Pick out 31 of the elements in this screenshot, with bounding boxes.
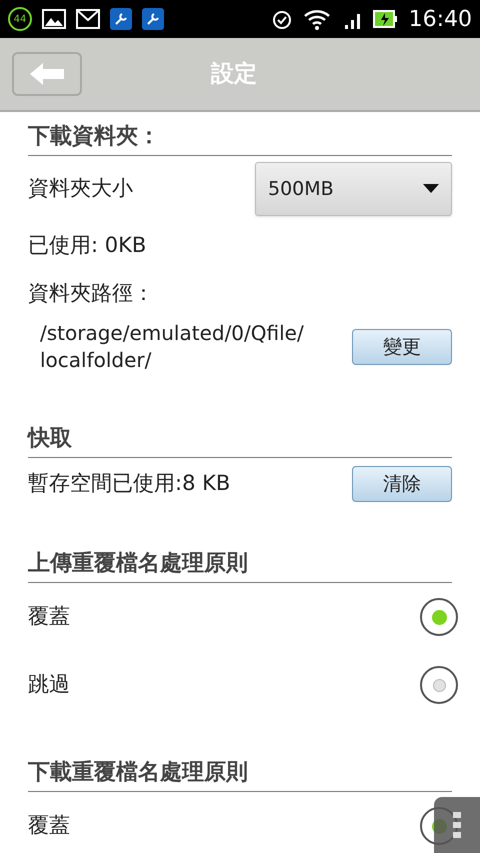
option-label: 覆蓋	[28, 603, 70, 630]
section-heading: 上傳重覆檔名處理原則	[28, 550, 248, 578]
more-icon	[453, 812, 461, 838]
clock-time: 16:40	[408, 6, 472, 34]
section-heading: 快取	[28, 425, 72, 453]
section-heading: 下載重覆檔名處理原則	[28, 759, 248, 787]
notification-count: 44	[8, 7, 32, 31]
section-heading: 下載資料夾：	[28, 123, 160, 151]
setting-label: 資料夾大小	[28, 175, 133, 202]
page-title: 設定	[211, 60, 257, 89]
folder-path-text: localfolder/	[40, 347, 152, 374]
option-label: 跳過	[28, 671, 70, 698]
radio-button[interactable]	[420, 598, 458, 636]
wrench-icon	[110, 8, 132, 30]
size-dropdown[interactable]: 500MB	[255, 162, 452, 216]
overflow-menu[interactable]	[434, 797, 480, 853]
battery-icon	[372, 8, 399, 30]
mail-icon	[76, 9, 100, 29]
dropdown-caret-icon	[423, 184, 439, 194]
back-arrow-icon	[30, 63, 64, 85]
folder-path-text: /storage/emulated/0/Qfile/	[40, 320, 304, 347]
radio-button[interactable]	[420, 666, 458, 704]
wrench-icon	[142, 8, 164, 30]
image-icon	[42, 9, 66, 29]
setting-label: 暫存空間已使用:8 KB	[28, 470, 230, 498]
setting-label: 資料夾路徑：	[28, 280, 154, 308]
action-button[interactable]: 變更	[352, 329, 452, 365]
action-button[interactable]: 清除	[352, 466, 452, 502]
alarm-icon	[270, 8, 293, 30]
setting-label: 已使用: 0KB	[28, 232, 146, 260]
option-label: 覆蓋	[28, 812, 70, 840]
